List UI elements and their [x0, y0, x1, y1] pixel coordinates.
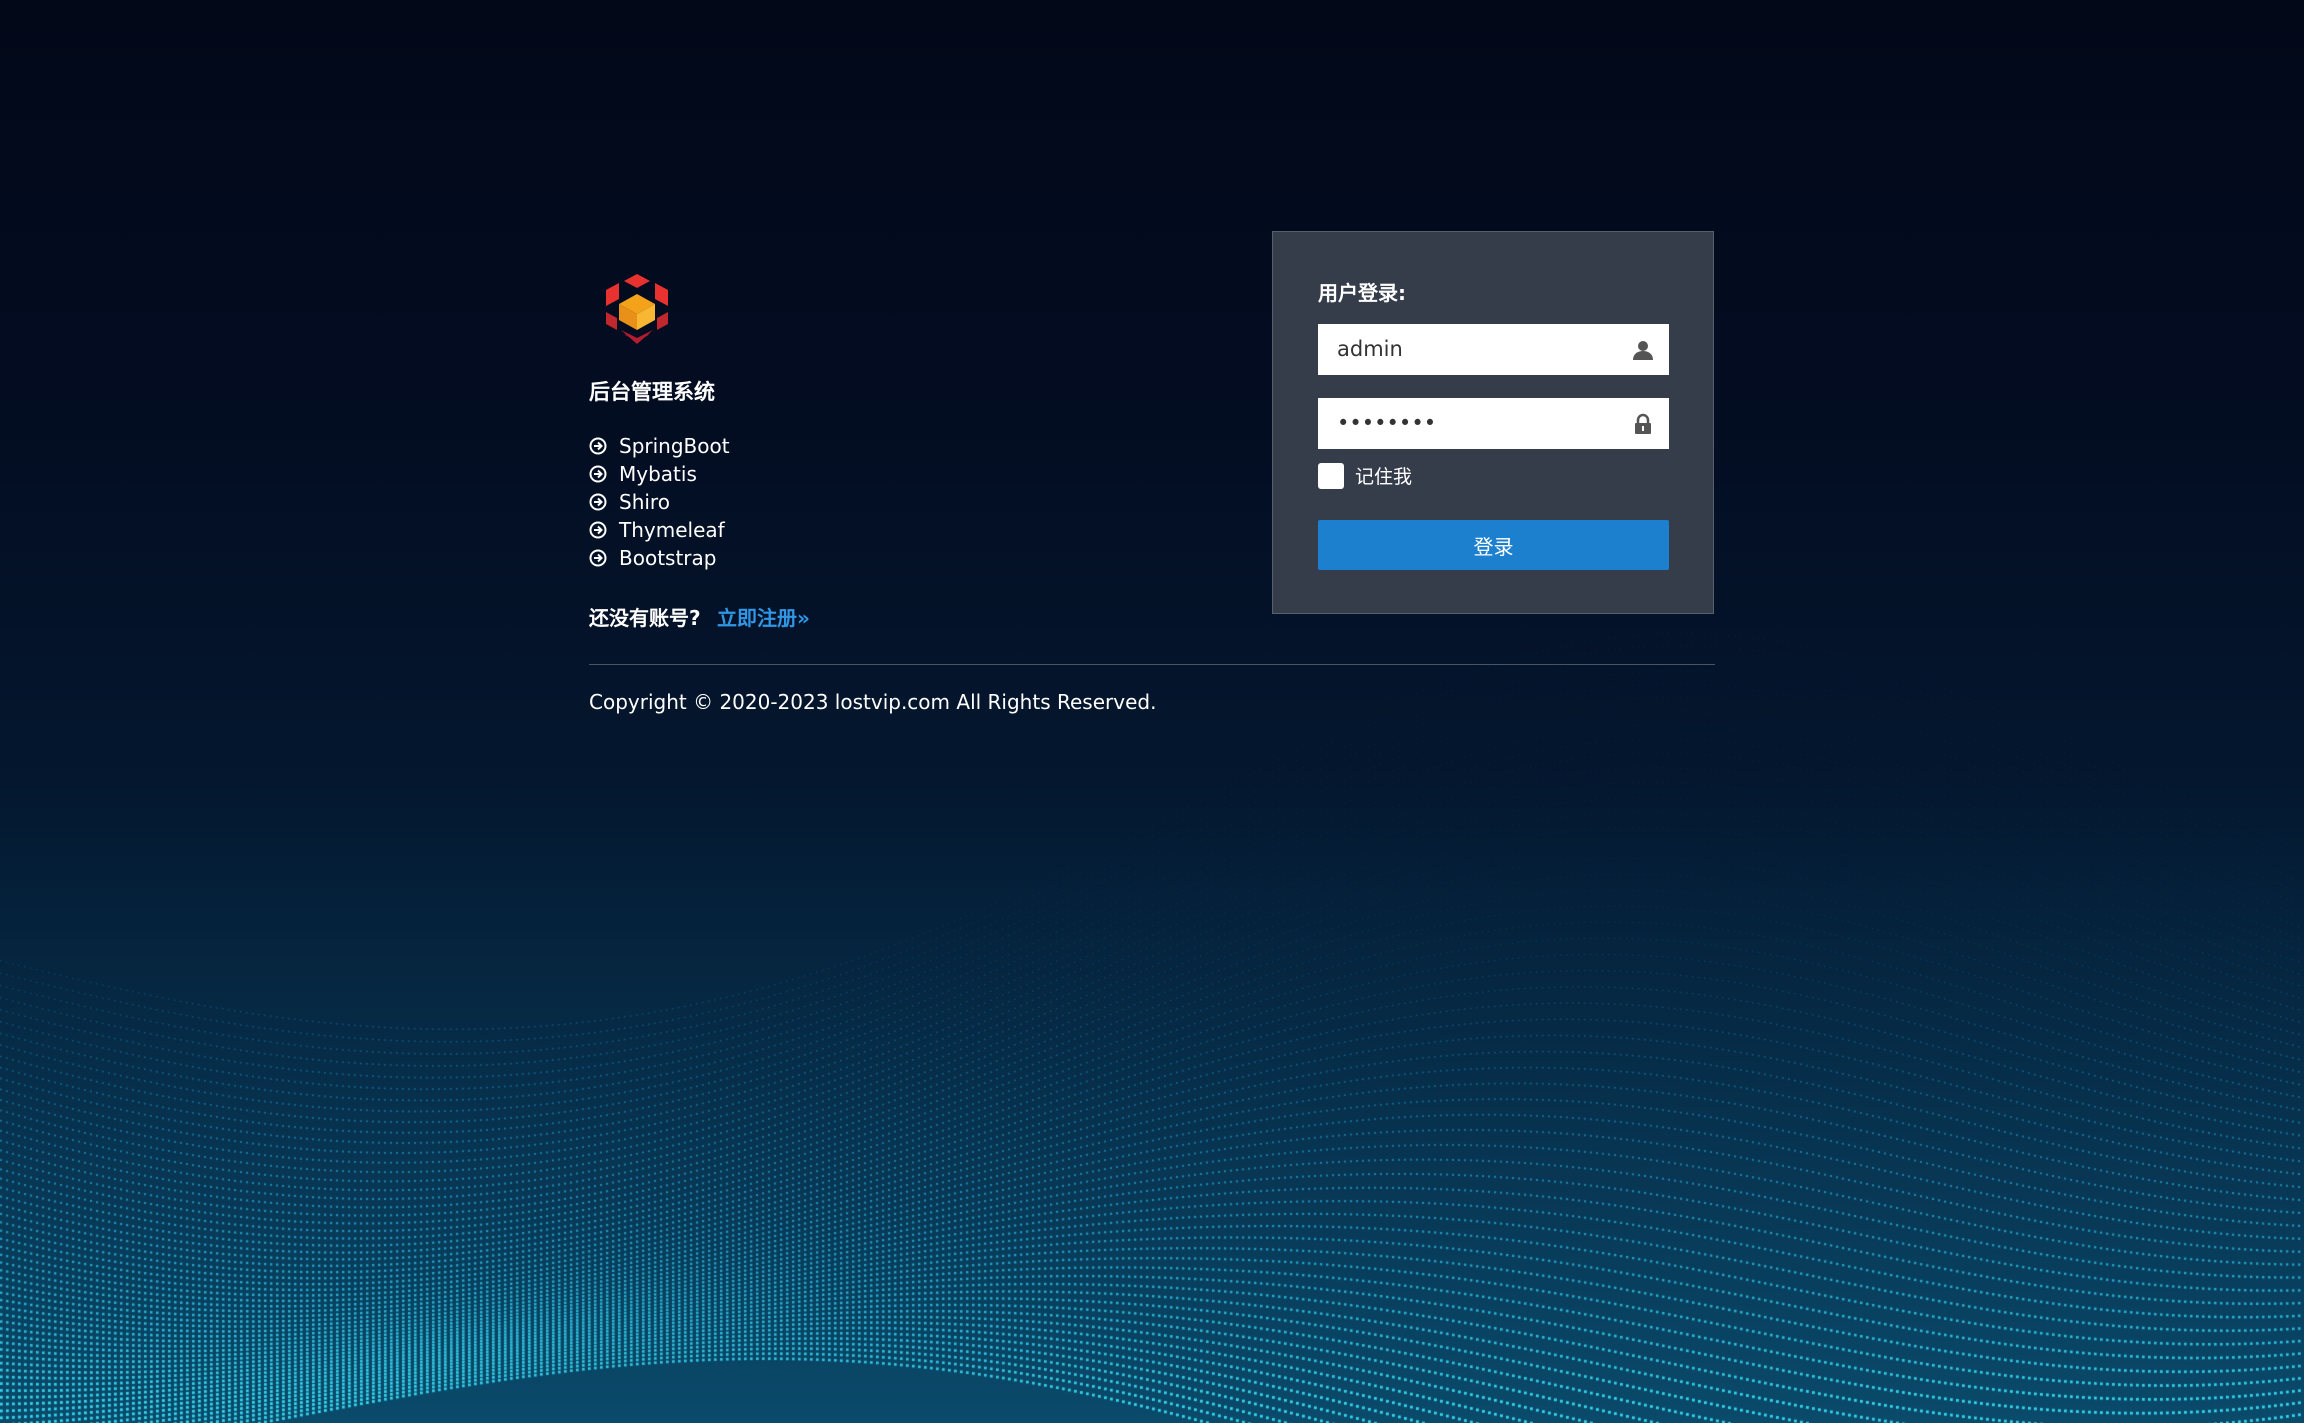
register-prompt: 还没有账号? 立即注册» — [589, 602, 810, 631]
feature-item: Thymeleaf — [589, 516, 730, 544]
feature-list: SpringBoot Mybatis Shiro Thymeleaf Boots… — [589, 432, 730, 572]
cube-logo-icon — [606, 274, 668, 344]
register-link[interactable]: 立即注册» — [717, 606, 810, 630]
circle-arrow-right-icon — [589, 549, 607, 567]
circle-arrow-right-icon — [589, 521, 607, 539]
circle-arrow-right-icon — [589, 437, 607, 455]
feature-item: SpringBoot — [589, 432, 730, 460]
copyright-text: Copyright © 2020-2023 lostvip.com All Ri… — [589, 690, 1157, 714]
lock-icon — [1635, 413, 1651, 434]
password-field-wrapper — [1318, 398, 1669, 449]
feature-item: Mybatis — [589, 460, 730, 488]
login-button[interactable]: 登录 — [1318, 520, 1669, 570]
remember-me[interactable]: 记住我 — [1318, 462, 1412, 489]
circle-arrow-right-icon — [589, 465, 607, 483]
username-input[interactable] — [1318, 324, 1617, 373]
remember-checkbox[interactable] — [1318, 462, 1344, 489]
login-panel: 用户登录: 记住我 登录 — [1272, 231, 1714, 614]
password-input[interactable] — [1318, 398, 1617, 447]
user-icon — [1633, 341, 1653, 360]
feature-label: SpringBoot — [619, 434, 730, 458]
system-title: 后台管理系统 — [589, 380, 715, 404]
register-question: 还没有账号? — [589, 606, 701, 630]
feature-label: Thymeleaf — [619, 518, 725, 542]
feature-item: Shiro — [589, 488, 730, 516]
remember-label: 记住我 — [1355, 466, 1413, 488]
feature-label: Shiro — [619, 490, 670, 514]
feature-label: Bootstrap — [619, 546, 717, 570]
login-title: 用户登录: — [1318, 281, 1406, 305]
feature-label: Mybatis — [619, 462, 697, 486]
circle-arrow-right-icon — [589, 493, 607, 511]
feature-item: Bootstrap — [589, 544, 730, 572]
username-field-wrapper — [1318, 324, 1669, 375]
divider — [589, 664, 1715, 665]
